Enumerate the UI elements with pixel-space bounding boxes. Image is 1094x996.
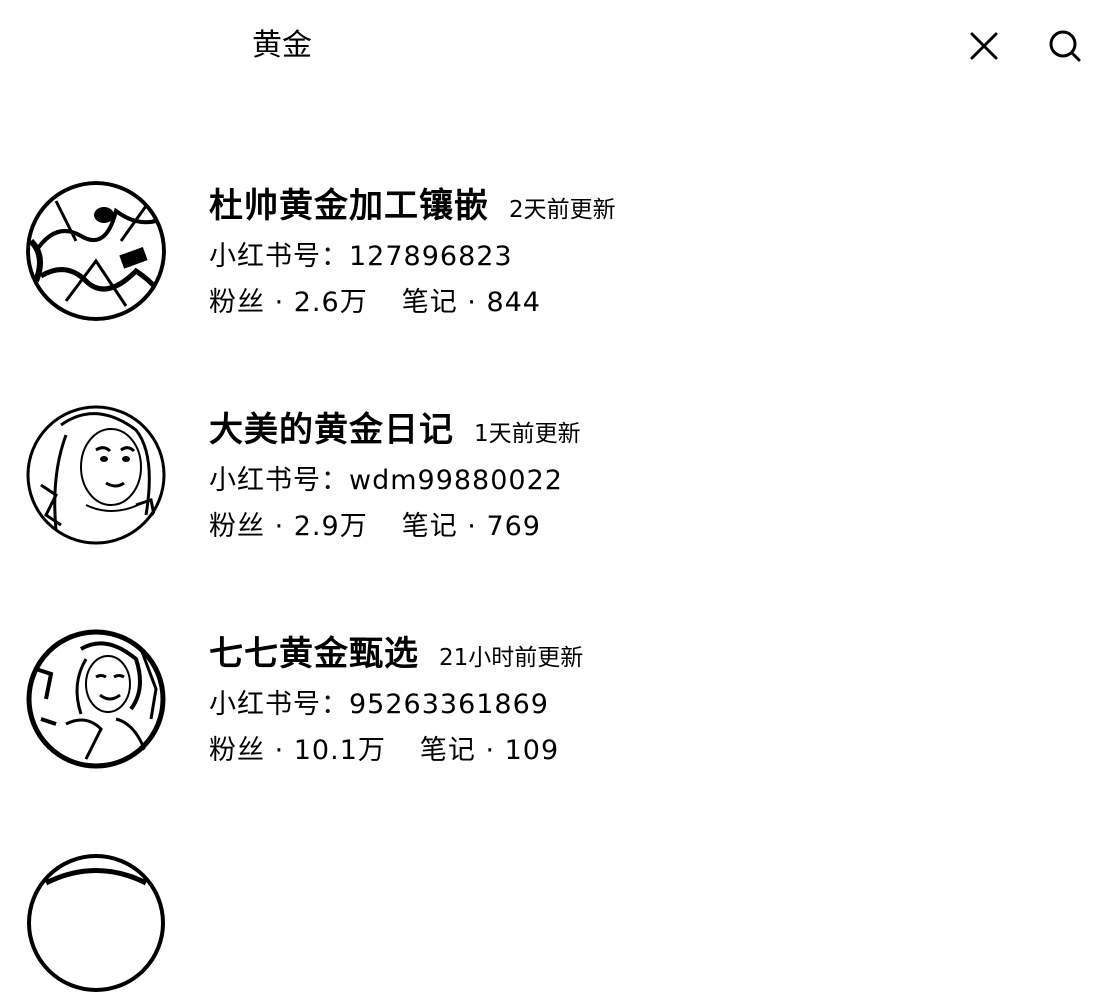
user-stats: 粉丝 · 10.1万 笔记 · 109 xyxy=(209,731,559,771)
user-id-line: 小红书号：127896823 xyxy=(209,237,513,277)
fans-count: 2.9万 xyxy=(293,511,368,542)
user-name: 杜帅黄金加工镶嵌 xyxy=(209,186,489,226)
user-id-value: 127896823 xyxy=(349,241,513,272)
user-stats: 粉丝 · 2.9万 笔记 · 769 xyxy=(209,507,541,547)
search-icon xyxy=(1049,30,1081,62)
name-line: 杜帅黄金加工镶嵌 2天前更新 xyxy=(209,184,616,232)
user-name: 七七黄金甄选 xyxy=(209,634,419,674)
fans-label: 粉丝 · xyxy=(209,735,294,766)
name-line: 七七黄金甄选 21小时前更新 xyxy=(209,632,583,680)
user-result-item[interactable]: 杜帅黄金加工镶嵌 2天前更新 小红书号：127896823 粉丝 · 2.6万 笔… xyxy=(0,180,1094,324)
search-bar: 黄金 xyxy=(0,0,1094,92)
user-id-label: 小红书号： xyxy=(209,241,349,272)
notes-label: 笔记 · xyxy=(401,287,487,318)
user-stats: 粉丝 · 2.6万 笔记 · 844 xyxy=(209,283,541,323)
avatar[interactable] xyxy=(26,853,166,993)
user-id-line: 小红书号：wdm99880022 xyxy=(209,461,563,501)
update-time: 2天前更新 xyxy=(509,197,616,223)
notes-count: 109 xyxy=(504,735,560,766)
update-time: 1天前更新 xyxy=(474,421,581,447)
user-result-item[interactable]: 大美的黄金日记 1天前更新 小红书号：wdm99880022 粉丝 · 2.9万… xyxy=(0,404,1094,548)
notes-count: 844 xyxy=(486,287,541,318)
close-icon xyxy=(970,32,998,60)
update-time: 21小时前更新 xyxy=(439,645,584,671)
notes-label: 笔记 · xyxy=(401,511,487,542)
fans-count: 2.6万 xyxy=(293,287,368,318)
user-result-item[interactable]: 七七黄金甄选 21小时前更新 小红书号：95263361869 粉丝 · 10.… xyxy=(0,628,1094,772)
notes-label: 笔记 · xyxy=(419,735,505,766)
user-id-label: 小红书号： xyxy=(209,689,349,720)
user-name: 大美的黄金日记 xyxy=(209,410,454,450)
name-line: 大美的黄金日记 1天前更新 xyxy=(209,408,581,456)
fans-label: 粉丝 · xyxy=(209,511,294,542)
clear-search-button[interactable] xyxy=(964,26,1004,66)
notes-count: 769 xyxy=(486,511,541,542)
user-id-label: 小红书号： xyxy=(209,465,349,496)
avatar[interactable] xyxy=(26,405,166,545)
user-id-line: 小红书号：95263361869 xyxy=(209,685,549,725)
search-query-text[interactable]: 黄金 xyxy=(252,26,312,66)
user-id-value: wdm99880022 xyxy=(349,465,563,496)
search-button[interactable] xyxy=(1045,26,1085,66)
avatar[interactable] xyxy=(26,181,166,321)
user-id-value: 95263361869 xyxy=(349,689,549,720)
fans-label: 粉丝 · xyxy=(209,287,294,318)
fans-count: 10.1万 xyxy=(293,735,386,766)
avatar[interactable] xyxy=(26,629,166,769)
user-result-item[interactable] xyxy=(0,852,1094,996)
